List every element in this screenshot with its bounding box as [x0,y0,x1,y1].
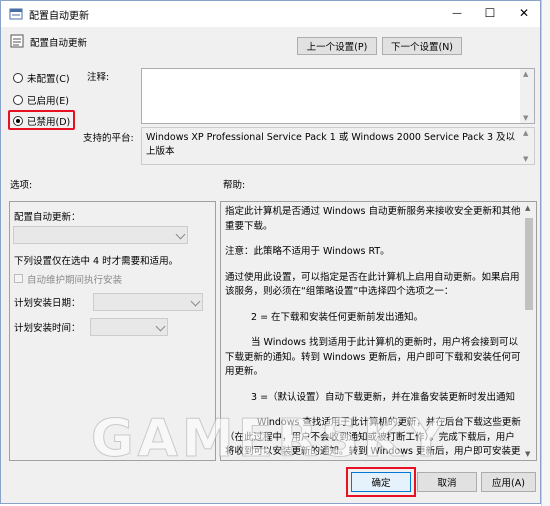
radio-not-configured[interactable]: 未配置(C) [12,71,82,85]
scroll-up-icon[interactable]: ▲ [523,129,528,137]
help-scrollbar[interactable]: ▲ ▼ [522,202,536,460]
maximize-icon: ☐ [484,6,496,20]
setting-icon [10,34,24,48]
radio-disabled-label: 已禁用(D) [27,117,71,128]
cancel-label: 取消 [437,478,457,489]
maintenance-checkbox[interactable]: 自动维护期间执行安装 [14,272,204,286]
install-day-dropdown[interactable] [93,293,203,311]
chevron-down-icon [155,321,166,332]
previous-setting-label: 上一个设置(P) [306,42,368,53]
apply-label: 应用(A) [492,478,525,489]
title-bar[interactable]: 配置自动更新 — ☐ ✕ [1,1,540,27]
options-section-label: 选项: [10,180,33,191]
checkbox-box [14,274,23,283]
options-note: 下列设置仅在选中 4 时才需要和适用。 [14,256,179,267]
radio-enabled-indicator [13,95,23,105]
close-button[interactable]: ✕ [513,3,535,23]
radio-enabled-label: 已启用(E) [27,96,69,107]
maximize-button[interactable]: ☐ [479,3,501,23]
platform-label: 支持的平台: [83,133,134,144]
install-time-label: 计划安装时间： [14,323,81,334]
dialog-window: 配置自动更新 — ☐ ✕ 配置自动更新 上一个设置(P) 下一个设置(N) 未配… [0,0,541,504]
radio-disabled[interactable]: 已禁用(D) [12,114,74,128]
background-window [541,0,550,506]
window-title: 配置自动更新 [29,11,89,22]
install-day-label: 计划安装日期： [14,298,81,309]
help-section-label: 帮助: [223,180,246,191]
setting-header-label: 配置自动更新 [30,38,88,49]
configure-updates-label: 配置自动更新： [14,212,81,223]
scroll-up-icon[interactable]: ▲ [523,70,528,78]
scroll-down-icon[interactable]: ▼ [525,450,530,458]
help-paragraph: 通过使用此设置，可以指定是否在此计算机上启用自动更新。如果启用该服务，则必须在“… [225,271,520,298]
configure-updates-dropdown[interactable] [13,226,188,244]
radio-enabled[interactable]: 已启用(E) [12,93,82,107]
ok-button[interactable]: 确定 [351,472,411,492]
comment-textarea[interactable]: ▲ ▼ [141,68,535,124]
help-paragraph: 2 = 在下载和安装任何更新前发出通知。 [251,311,424,323]
comment-scrollbar[interactable]: ▲ ▼ [520,69,534,123]
minimize-button[interactable]: — [446,3,468,23]
radio-not-configured-label: 未配置(C) [27,74,70,85]
radio-not-configured-indicator [13,73,23,83]
next-setting-label: 下一个设置(N) [390,42,454,53]
comment-label: 注释: [87,72,110,83]
chevron-down-icon [190,296,201,307]
previous-setting-button[interactable]: 上一个设置(P) [297,37,377,55]
scroll-down-icon[interactable]: ▼ [523,114,528,122]
help-paragraph: 3 =（默认设置）自动下载更新，并在准备安装更新时发出通知 [251,391,516,403]
scroll-down-icon[interactable]: ▼ [523,155,528,163]
platform-scrollbar[interactable]: ▲ ▼ [520,128,534,164]
watermark: GAMERSKY [91,409,449,470]
cancel-button[interactable]: 取消 [417,472,477,492]
policy-app-icon [9,8,23,20]
minimize-icon: — [452,7,462,19]
help-paragraph: 指定此计算机是否通过 Windows 自动更新服务来接收安全更新和其他重要下载。 [225,206,521,232]
close-icon: ✕ [518,6,530,20]
platform-text: Windows XP Professional Service Pack 1 或… [146,132,516,157]
install-time-dropdown[interactable] [90,318,168,336]
scroll-thumb[interactable] [525,218,533,310]
apply-button[interactable]: 应用(A) [481,472,536,492]
chevron-down-icon [175,229,186,240]
next-setting-button[interactable]: 下一个设置(N) [382,37,462,55]
scroll-up-icon[interactable]: ▲ [525,204,530,212]
platform-field: Windows XP Professional Service Pack 1 或… [141,127,535,165]
help-paragraph: 当 Windows 找到适用于此计算机的更新时，用户将会接到可以下载更新的通知。… [225,337,521,377]
ok-label: 确定 [371,478,391,489]
help-paragraph: 注意：此策略不适用于 Windows RT。 [225,246,390,257]
radio-disabled-indicator [13,116,23,126]
maintenance-checkbox-label: 自动维护期间执行安装 [27,275,123,286]
